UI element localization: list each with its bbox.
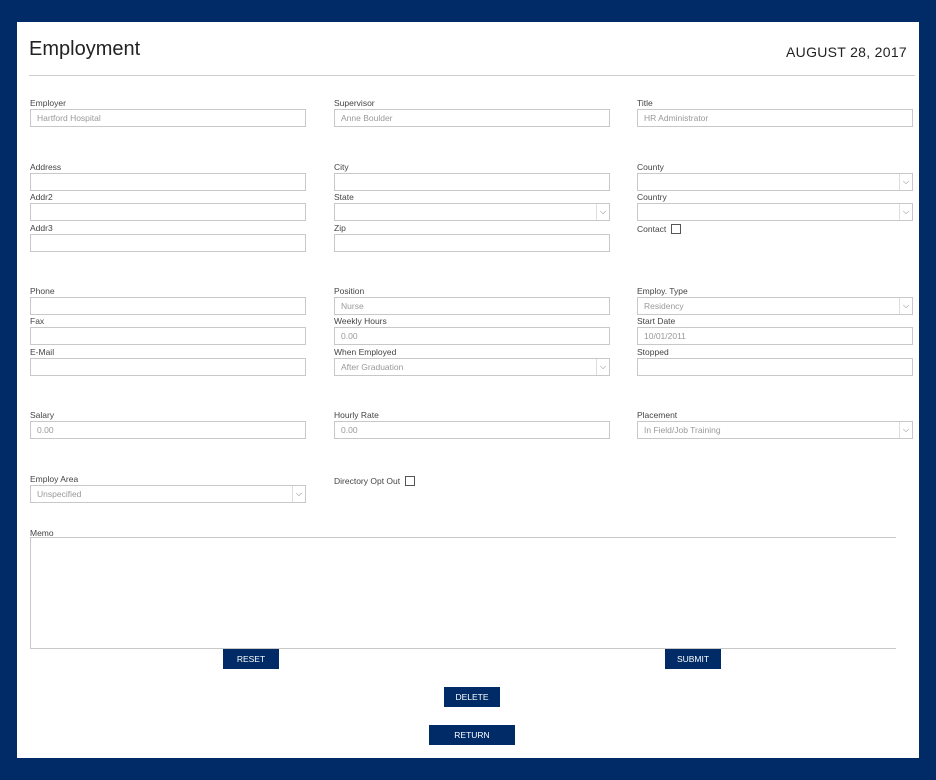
salary-field-group: Salary 0.00 [30, 410, 306, 439]
memo-textarea[interactable] [30, 537, 896, 649]
contact-checkbox-group: Contact [637, 224, 682, 234]
contact-label: Contact [637, 224, 667, 234]
supervisor-field-group: Supervisor Anne Boulder [334, 98, 610, 127]
directory-opt-out-group: Directory Opt Out [334, 476, 416, 486]
fax-label: Fax [30, 316, 45, 326]
page-date: AUGUST 28, 2017 [786, 44, 907, 60]
salary-label: Salary [30, 410, 55, 420]
country-select[interactable]: ⌵ [637, 203, 913, 221]
when-employed-select[interactable]: After Graduation ⌵ [334, 358, 610, 376]
placement-label: Placement [637, 410, 678, 420]
directory-opt-out-label: Directory Opt Out [334, 476, 401, 486]
state-select[interactable]: ⌵ [334, 203, 610, 221]
chevron-down-icon: ⌵ [596, 204, 609, 220]
phone-label: Phone [30, 286, 55, 296]
country-field-group: Country ⌵ [637, 192, 913, 221]
reset-button[interactable]: RESET [223, 649, 279, 669]
position-field-group: Position Nurse [334, 286, 610, 315]
addr2-input[interactable] [30, 203, 306, 221]
weekly-hours-input[interactable]: 0.00 [334, 327, 610, 345]
employ-area-field-group: Employ Area Unspecified ⌵ [30, 474, 306, 503]
supervisor-input[interactable]: Anne Boulder [334, 109, 610, 127]
header-divider [29, 75, 915, 76]
chevron-down-icon: ⌵ [596, 359, 609, 375]
zip-label: Zip [334, 223, 346, 233]
start-date-input[interactable]: 10/01/2011 [637, 327, 913, 345]
title-label: Title [637, 98, 653, 108]
employ-type-select[interactable]: Residency ⌵ [637, 297, 913, 315]
start-date-field-group: Start Date 10/01/2011 [637, 316, 913, 345]
address-input[interactable] [30, 173, 306, 191]
submit-button[interactable]: SUBMIT [665, 649, 721, 669]
employer-input[interactable]: Hartford Hospital [30, 109, 306, 127]
supervisor-label: Supervisor [334, 98, 375, 108]
start-date-label: Start Date [637, 316, 676, 326]
address-label: Address [30, 162, 62, 172]
weekly-hours-label: Weekly Hours [334, 316, 387, 326]
salary-input[interactable]: 0.00 [30, 421, 306, 439]
email-input[interactable] [30, 358, 306, 376]
employ-type-value: Residency [644, 301, 684, 311]
delete-button[interactable]: DELETE [444, 687, 500, 707]
addr3-label: Addr3 [30, 223, 53, 233]
zip-input[interactable] [334, 234, 610, 252]
hourly-rate-field-group: Hourly Rate 0.00 [334, 410, 610, 439]
phone-field-group: Phone [30, 286, 306, 315]
employer-field-group: Employer Hartford Hospital [30, 98, 306, 127]
city-field-group: City [334, 162, 610, 191]
placement-field-group: Placement In Field/Job Training ⌵ [637, 410, 913, 439]
state-label: State [334, 192, 354, 202]
chevron-down-icon: ⌵ [899, 298, 912, 314]
addr2-field-group: Addr2 [30, 192, 306, 221]
position-label: Position [334, 286, 365, 296]
county-label: County [637, 162, 664, 172]
email-field-group: E-Mail [30, 347, 306, 376]
city-input[interactable] [334, 173, 610, 191]
weekly-hours-field-group: Weekly Hours 0.00 [334, 316, 610, 345]
email-label: E-Mail [30, 347, 55, 357]
page-title: Employment [29, 38, 141, 60]
hourly-rate-label: Hourly Rate [334, 410, 379, 420]
when-employed-value: After Graduation [341, 362, 404, 372]
stopped-input[interactable] [637, 358, 913, 376]
employ-type-label: Employ. Type [637, 286, 688, 296]
title-input[interactable]: HR Administrator [637, 109, 913, 127]
chevron-down-icon: ⌵ [899, 422, 912, 438]
county-field-group: County ⌵ [637, 162, 913, 191]
county-select[interactable]: ⌵ [637, 173, 913, 191]
address-field-group: Address [30, 162, 306, 191]
addr3-field-group: Addr3 [30, 223, 306, 252]
contact-checkbox[interactable] [671, 224, 682, 234]
addr3-input[interactable] [30, 234, 306, 252]
chevron-down-icon: ⌵ [899, 174, 912, 190]
placement-value: In Field/Job Training [644, 425, 721, 435]
zip-field-group: Zip [334, 223, 610, 252]
fax-field-group: Fax [30, 316, 306, 345]
employ-area-value: Unspecified [37, 489, 82, 499]
stopped-field-group: Stopped [637, 347, 913, 376]
country-label: Country [637, 192, 667, 202]
return-button[interactable]: RETURN [429, 725, 515, 745]
employer-label: Employer [30, 98, 66, 108]
employment-panel: Employment AUGUST 28, 2017 Employer Hart… [17, 22, 919, 758]
when-employed-label: When Employed [334, 347, 397, 357]
title-field-group: Title HR Administrator [637, 98, 913, 127]
addr2-label: Addr2 [30, 192, 53, 202]
chevron-down-icon: ⌵ [292, 486, 305, 502]
stopped-label: Stopped [637, 347, 669, 357]
directory-opt-out-checkbox[interactable] [405, 476, 416, 486]
placement-select[interactable]: In Field/Job Training ⌵ [637, 421, 913, 439]
hourly-rate-input[interactable]: 0.00 [334, 421, 610, 439]
chevron-down-icon: ⌵ [899, 204, 912, 220]
state-field-group: State ⌵ [334, 192, 610, 221]
employ-type-field-group: Employ. Type Residency ⌵ [637, 286, 913, 315]
position-input[interactable]: Nurse [334, 297, 610, 315]
employ-area-select[interactable]: Unspecified ⌵ [30, 485, 306, 503]
when-employed-field-group: When Employed After Graduation ⌵ [334, 347, 610, 376]
fax-input[interactable] [30, 327, 306, 345]
city-label: City [334, 162, 349, 172]
phone-input[interactable] [30, 297, 306, 315]
employ-area-label: Employ Area [30, 474, 79, 484]
